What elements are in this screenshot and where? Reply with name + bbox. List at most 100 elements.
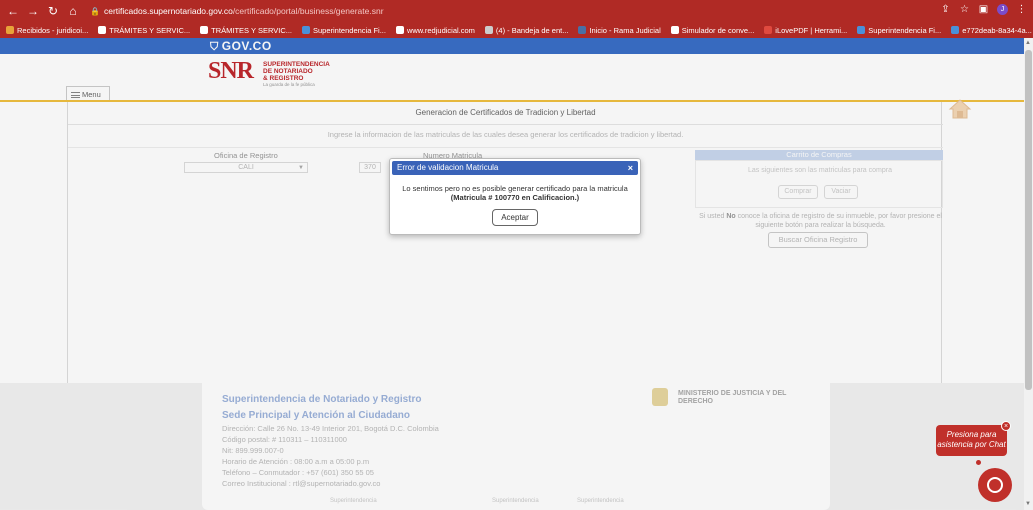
buscar-oficina-button[interactable]: Buscar Oficina Registro — [768, 232, 868, 248]
bookmark-label: TRÁMITES Y SERVIC... — [109, 25, 191, 35]
bookmark-label: Simulador de conve... — [681, 25, 755, 35]
snr-logo-text: SUPERINTENDENCIA DE NOTARIADO & REGISTRO — [263, 61, 330, 82]
bookmark-favicon-icon — [578, 26, 587, 34]
gov-logo[interactable]: ⛉ GOV.CO — [210, 39, 272, 54]
bookmark-item[interactable]: iLovePDF | Herrami... — [764, 26, 847, 35]
footer-line: Código postal: # 110311 – 110311000 — [222, 435, 347, 444]
scrollbar-thumb[interactable] — [1025, 50, 1032, 390]
certificate-panel: Generacion de Certificados de Tradicion … — [67, 102, 943, 392]
page: ⛉ GOV.CO SNR SUPERINTENDENCIA DE NOTARIAD… — [0, 38, 1024, 510]
bookmark-label: Inicio - Rama Judicial — [589, 25, 661, 35]
oficina-label: Oficina de Registro — [214, 151, 278, 160]
scroll-down-icon[interactable]: ▼ — [1025, 501, 1031, 507]
bookmark-item[interactable]: TRÁMITES Y SERVIC... — [98, 26, 190, 35]
bookmark-item[interactable]: (4) - Bandeja de ent... — [484, 25, 569, 35]
star-icon[interactable]: ☆ — [959, 4, 970, 15]
footer-line: Horario de Atención : 08:00 a.m a 05:00 … — [222, 457, 370, 466]
kebab-menu-icon[interactable]: ⋮ — [1016, 4, 1027, 15]
reload-icon[interactable]: ↻ — [46, 4, 60, 18]
footer-line: Correo Institucional : rtl@supernotariad… — [222, 479, 381, 488]
lock-icon: 🔒 — [90, 6, 100, 16]
bookmark-label: Recibidos - juridicoi... — [17, 25, 89, 35]
url-domain: certificados.supernotariado.gov.co — [103, 6, 233, 16]
sidepanel-icon[interactable]: ▣ — [978, 4, 989, 15]
cart-body: Las siguientes son las matriculas para c… — [695, 160, 943, 208]
help-text-post: conoce la oficina de registro de su inmu… — [735, 213, 942, 229]
dialog-title: Error de validacion Matricula — [397, 163, 499, 172]
comprar-button[interactable]: Comprar — [778, 185, 818, 199]
bookmark-label: Superintendencia Fi... — [868, 25, 942, 35]
footer-bottom-label: Superintendencia — [492, 498, 539, 504]
snr-logo[interactable]: SNR SUPERINTENDENCIA DE NOTARIADO & REGI… — [208, 58, 330, 90]
chevron-down-icon: ▼ — [298, 165, 304, 171]
chat-close-icon[interactable]: × — [1001, 421, 1011, 431]
matricula-code-input[interactable]: 370 — [359, 162, 381, 173]
cart-header: Carrito de Compras — [695, 150, 943, 160]
dialog-message-detail: (Matricula # 100770 en Calificacion.) — [450, 193, 580, 202]
bookmark-favicon-icon — [200, 26, 209, 34]
bookmark-label: TRÁMITES Y SERVIC... — [211, 25, 292, 35]
footer-bottom-label: Superintendencia — [577, 498, 624, 504]
profile-avatar[interactable]: J — [997, 4, 1008, 15]
oficina-select[interactable]: CALI ▼ — [184, 162, 308, 173]
bookmark-label: www.redjudicial.com — [406, 25, 475, 35]
forward-icon[interactable]: → — [26, 4, 40, 18]
bookmark-item[interactable]: TRÁMITES Y SERVIC... — [200, 26, 292, 35]
panel-title: Generacion de Certificados de Tradicion … — [415, 108, 596, 117]
footer-line: Dirección: Calle 26 No. 13-49 Interior 2… — [222, 424, 439, 433]
ministry-name: MINISTERIO DE JUSTICIA Y DEL DERECHO — [678, 390, 787, 405]
bookmark-label: Superintendencia Fi... — [313, 25, 386, 35]
bookmark-item[interactable]: www.redjudicial.com — [395, 25, 475, 35]
bookmark-favicon-icon — [302, 26, 310, 34]
bookmark-item[interactable]: Superintendencia Fi... — [857, 26, 941, 35]
bookmark-item[interactable]: Simulador de conve... — [670, 25, 755, 35]
panel-subtitle: Ingrese la informacion de las matriculas… — [327, 130, 684, 139]
bookmark-item[interactable]: Superintendencia Fi... — [302, 26, 386, 35]
gov-shield-icon: ⛉ — [210, 41, 219, 53]
chat-launcher-icon[interactable] — [978, 468, 1012, 502]
footer-line: Teléfono – Conmutador : +57 (601) 350 55… — [222, 468, 374, 477]
bookmark-favicon-icon — [395, 26, 404, 34]
home-button-icon[interactable]: ⌂ — [66, 4, 80, 18]
dialog-message: Lo sentimos pero no es posible generar c… — [390, 184, 640, 202]
help-text-bold: No — [726, 213, 736, 220]
bookmark-favicon-icon — [98, 26, 107, 34]
bookmark-item[interactable]: e772deab-8a34-4a... — [951, 26, 1032, 35]
url-path: /certificado/portal/business/generate.sn… — [232, 6, 384, 16]
bookmark-label: (4) - Bandeja de ent... — [495, 25, 569, 35]
snr-line-2: DE NOTARIADO — [263, 68, 313, 75]
address-bar[interactable]: 🔒 certificados.supernotariado.gov.co/cer… — [90, 6, 384, 16]
divider — [68, 147, 943, 148]
bookmark-item[interactable]: Inicio - Rama Judicial — [578, 25, 661, 35]
error-dialog: Error de validacion Matricula × Lo senti… — [389, 158, 641, 235]
footer-card: Superintendencia de Notariado y Registro… — [202, 368, 830, 510]
bookmark-label: e772deab-8a34-4a... — [962, 25, 1032, 35]
accept-button[interactable]: Aceptar — [492, 209, 538, 226]
bookmark-favicon-icon — [764, 26, 773, 34]
bookmark-favicon-icon — [484, 26, 493, 34]
snr-tagline: La guarda de la fe pública — [263, 82, 315, 87]
dialog-header: Error de validacion Matricula × — [392, 161, 638, 175]
gov-bar: ⛉ GOV.CO — [0, 38, 1024, 54]
cart-text: Las siguientes son las matriculas para c… — [748, 167, 892, 174]
bookmark-item[interactable]: Recibidos - juridicoi... — [6, 26, 88, 35]
close-icon[interactable]: × — [628, 161, 633, 175]
snr-logo-mark: SNR — [208, 58, 254, 84]
divider — [68, 124, 943, 125]
footer-bottom-label: Superintendencia — [330, 498, 377, 504]
chat-prompt[interactable]: Presiona para asistencia por Chat — [936, 425, 1007, 456]
bookmark-favicon-icon — [857, 26, 866, 34]
chat-dot — [976, 460, 981, 465]
scroll-up-icon[interactable]: ▲ — [1025, 40, 1031, 46]
help-text: Si usted No conoce la oficina de registr… — [698, 212, 943, 230]
bookmark-favicon-icon — [951, 26, 960, 34]
share-icon[interactable]: ⇪ — [940, 4, 951, 15]
home-icon[interactable] — [948, 98, 972, 120]
back-icon[interactable]: ← — [6, 4, 20, 18]
oficina-value: CALI — [238, 164, 254, 171]
vaciar-button[interactable]: Vaciar — [824, 185, 858, 199]
help-text-pre: Si usted — [699, 213, 727, 220]
bookmark-favicon-icon — [6, 26, 14, 34]
dialog-message-text: Lo sentimos pero no es posible generar c… — [402, 184, 628, 193]
bookmarks-bar: Recibidos - juridicoi... TRÁMITES Y SERVI… — [0, 22, 1033, 38]
